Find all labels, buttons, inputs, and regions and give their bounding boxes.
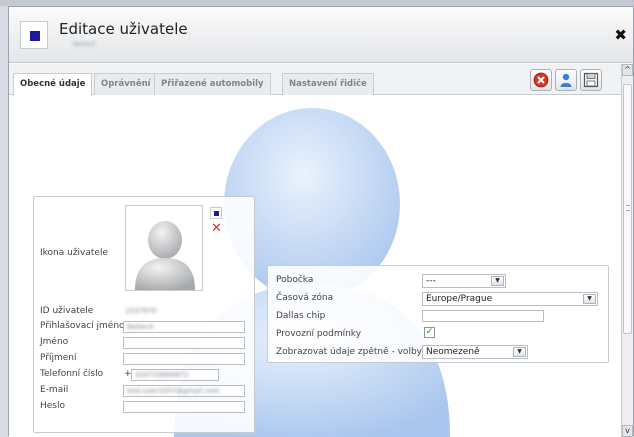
last-name-field[interactable] bbox=[123, 353, 245, 365]
login-name-label: Přihlašovací jméno bbox=[40, 321, 125, 331]
edit-user-dialog: Editace uživatele Neitech ✖ Obecné údaje… bbox=[8, 6, 634, 437]
vertical-scrollbar[interactable]: ^ v bbox=[621, 64, 633, 437]
delete-button[interactable] bbox=[530, 69, 552, 91]
dallas-chip-field[interactable] bbox=[422, 310, 544, 322]
tab-permissions[interactable]: Oprávnění bbox=[94, 73, 158, 95]
upload-icon-button[interactable] bbox=[210, 207, 222, 219]
history-display-value: Neomezeně bbox=[426, 347, 480, 357]
save-button[interactable] bbox=[580, 69, 602, 91]
chevron-down-icon: ▼ bbox=[513, 347, 526, 357]
branch-select[interactable]: --- ▼ bbox=[422, 274, 506, 288]
chevron-down-icon: ▼ bbox=[583, 294, 596, 304]
history-display-select[interactable]: Neomezeně ▼ bbox=[422, 345, 528, 359]
history-display-label: Zobrazovat údaje zpětně - volby bbox=[276, 347, 422, 357]
avatar[interactable] bbox=[125, 205, 203, 291]
scroll-up-icon[interactable]: ^ bbox=[622, 64, 633, 76]
user-id-label: ID uživatele bbox=[40, 306, 94, 316]
scroll-down-icon[interactable]: v bbox=[622, 425, 633, 437]
last-name-label: Příjmení bbox=[40, 353, 77, 363]
user-button[interactable] bbox=[555, 69, 577, 91]
dialog-title: Editace uživatele bbox=[59, 20, 188, 38]
tab-bar: Obecné údaje Oprávnění Přiřazené automob… bbox=[9, 64, 621, 96]
delete-icon bbox=[533, 72, 549, 88]
dialog-titlebar: Editace uživatele Neitech ✖ bbox=[9, 7, 633, 63]
user-icon bbox=[560, 73, 572, 87]
close-icon[interactable]: ✖ bbox=[614, 28, 627, 43]
avatar-silhouette-icon bbox=[135, 221, 195, 290]
user-info-panel: ✕ Ikona uživatele ID uživatele 1537970 P… bbox=[33, 196, 255, 433]
tab-assigned-cars[interactable]: Přiřazené automobily bbox=[154, 73, 271, 95]
phone-label: Telefonní číslo bbox=[40, 369, 104, 379]
app-icon bbox=[20, 21, 48, 49]
remove-icon-button[interactable]: ✕ bbox=[211, 222, 222, 235]
password-label: Heslo bbox=[40, 401, 66, 411]
branch-label: Pobočka bbox=[276, 275, 314, 285]
timezone-label: Časová zóna bbox=[276, 293, 334, 303]
user-id-value: 1537970 bbox=[125, 307, 157, 315]
branch-value: --- bbox=[426, 276, 436, 286]
email-label: E-mail bbox=[40, 385, 69, 395]
first-name-field[interactable] bbox=[123, 337, 245, 349]
first-name-label: Jméno bbox=[40, 337, 69, 347]
dialog-subtitle: Neitech bbox=[73, 41, 96, 48]
timezone-value: Europe/Prague bbox=[426, 294, 493, 304]
scroll-thumb[interactable] bbox=[623, 84, 632, 334]
operating-conditions-label: Provozní podmínky bbox=[276, 329, 362, 339]
tab-general[interactable]: Obecné údaje bbox=[13, 73, 93, 96]
tab-content: ✕ Ikona uživatele ID uživatele 1537970 P… bbox=[9, 96, 621, 437]
icon-label: Ikona uživatele bbox=[40, 248, 109, 258]
phone-field[interactable]: 420733669872 bbox=[131, 369, 219, 381]
timezone-select[interactable]: Europe/Prague ▼ bbox=[422, 292, 598, 306]
password-field[interactable] bbox=[123, 401, 245, 413]
dallas-chip-label: Dallas chip bbox=[276, 311, 326, 321]
save-icon bbox=[583, 72, 599, 88]
settings-panel: Pobočka --- ▼ Časová zóna Europe/Prague … bbox=[267, 265, 609, 363]
login-name-value: Neitech bbox=[127, 323, 154, 331]
chevron-down-icon: ▼ bbox=[491, 276, 504, 286]
email-field[interactable]: test.user3357@gmail.com bbox=[123, 385, 245, 397]
email-value: test.user3357@gmail.com bbox=[127, 387, 220, 395]
tab-driver-settings[interactable]: Nastavení řidiče bbox=[282, 73, 374, 95]
operating-conditions-checkbox[interactable]: ✓ bbox=[424, 327, 435, 338]
login-name-field[interactable]: Neitech bbox=[123, 321, 245, 333]
phone-value: 420733669872 bbox=[135, 371, 189, 379]
